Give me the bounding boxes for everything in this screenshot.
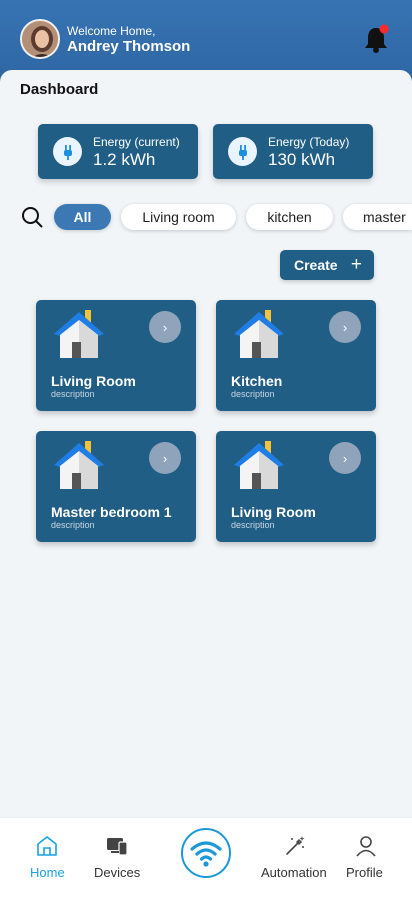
create-button[interactable]: Create +: [280, 250, 374, 280]
top-bar: Welcome Home, Andrey Thomson: [0, 0, 412, 80]
nav-devices[interactable]: Devices: [88, 818, 148, 898]
energy-label: Energy (current): [93, 135, 180, 149]
nav-profile[interactable]: Profile: [343, 818, 389, 898]
create-button-label: Create: [294, 257, 338, 273]
nav-home[interactable]: Home: [20, 818, 74, 898]
nav-label-automation: Automation: [261, 865, 327, 880]
room-name: Living Room: [51, 373, 136, 389]
room-name: Living Room: [231, 504, 316, 520]
user-name: Andrey Thomson: [67, 38, 191, 55]
bottom-nav: Home Devices Automation Profile: [0, 817, 412, 917]
plus-icon: +: [350, 254, 362, 275]
nav-automation[interactable]: Automation: [259, 818, 331, 898]
chevron-right-icon[interactable]: ›: [149, 442, 181, 474]
energy-today-card[interactable]: Energy (Today) 130 kWh: [213, 124, 373, 179]
house-icon: [234, 310, 284, 358]
welcome-text: Welcome Home,: [67, 24, 156, 38]
plug-icon: [228, 137, 257, 166]
devices-icon: [107, 838, 128, 856]
home-icon: [37, 836, 57, 856]
chevron-right-icon[interactable]: ›: [329, 442, 361, 474]
room-description: description: [51, 389, 95, 399]
room-description: description: [51, 520, 95, 530]
filter-chip-all[interactable]: All: [54, 204, 111, 230]
room-card-living-room[interactable]: › Living Room description: [36, 300, 196, 411]
filter-chip-kitchen[interactable]: kitchen: [246, 204, 333, 230]
energy-value: 130 kWh: [268, 150, 336, 169]
chevron-right-icon[interactable]: ›: [149, 311, 181, 343]
user-icon: [356, 836, 376, 857]
room-name: Master bedroom 1: [51, 504, 172, 520]
plug-icon: [53, 137, 82, 166]
room-card-master-bedroom[interactable]: › Master bedroom 1 description: [36, 431, 196, 542]
room-name: Kitchen: [231, 373, 283, 389]
filter-chip-living-room[interactable]: Living room: [121, 204, 236, 230]
energy-value: 1.2 kWh: [93, 150, 156, 169]
room-card-kitchen[interactable]: › Kitchen description: [216, 300, 376, 411]
nav-label-devices: Devices: [94, 865, 141, 880]
nav-label-home: Home: [30, 865, 65, 880]
page-title: Dashboard: [20, 81, 99, 98]
room-description: description: [231, 520, 275, 530]
wifi-icon: [190, 841, 222, 867]
wifi-button[interactable]: [181, 828, 231, 878]
nav-label-profile: Profile: [346, 865, 383, 880]
magic-wand-icon: [286, 836, 305, 855]
chevron-right-icon[interactable]: ›: [329, 311, 361, 343]
room-description: description: [231, 389, 275, 399]
energy-label: Energy (Today): [268, 135, 350, 149]
avatar[interactable]: [20, 19, 60, 59]
search-icon[interactable]: [21, 206, 43, 228]
energy-current-card[interactable]: Energy (current) 1.2 kWh: [38, 124, 198, 179]
house-icon: [54, 310, 104, 358]
filter-chip-master[interactable]: master: [343, 204, 412, 230]
notification-bell-icon[interactable]: [362, 24, 390, 54]
room-card-living-room-2[interactable]: › Living Room description: [216, 431, 376, 542]
house-icon: [54, 441, 104, 489]
house-icon: [234, 441, 284, 489]
